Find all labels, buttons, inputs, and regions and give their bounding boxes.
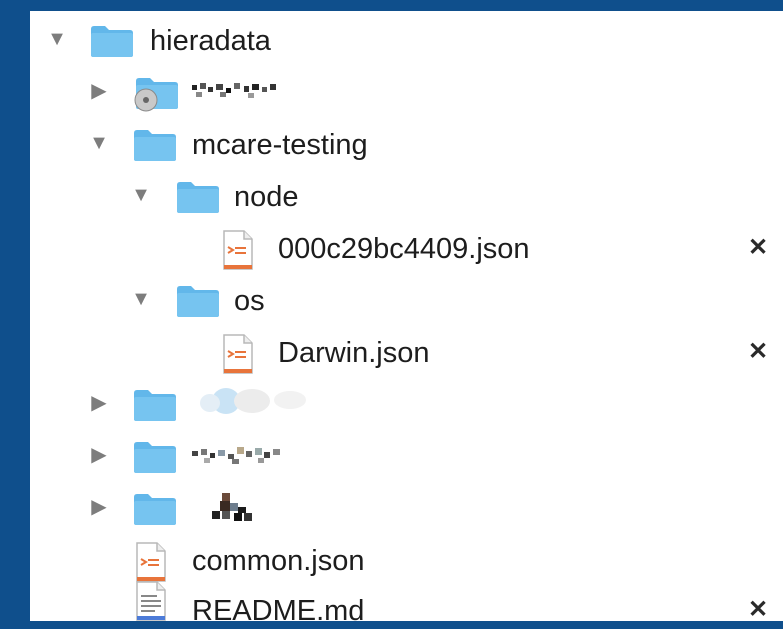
disk-folder-icon [133, 76, 179, 117]
disclosure-triangle-collapsed-icon[interactable]: ▶ [88, 392, 110, 414]
redacted-label-image [192, 443, 292, 476]
tree-row-redacted-1[interactable]: ▶ [30, 67, 783, 119]
folder-icon [133, 492, 177, 531]
disclosure-triangle-collapsed-icon[interactable]: ▶ [88, 496, 110, 518]
folder-icon [176, 284, 220, 323]
tree-item-label: os [234, 285, 265, 317]
close-icon[interactable]: ✕ [745, 235, 771, 261]
tree-row-darwin-json[interactable]: Darwin.json ✕ [30, 327, 783, 379]
disclosure-triangle-collapsed-icon[interactable]: ▶ [88, 444, 110, 466]
close-icon[interactable]: ✕ [745, 339, 771, 365]
folder-icon [176, 180, 220, 219]
redacted-label-image [200, 493, 270, 528]
disclosure-triangle-expanded-icon[interactable]: ▼ [46, 28, 68, 50]
folder-icon [90, 24, 134, 63]
tree-row-redacted-3[interactable]: ▶ [30, 431, 783, 483]
tree-row-mcare-testing[interactable]: ▼ mcare-testing [30, 119, 783, 171]
disclosure-triangle-expanded-icon[interactable]: ▼ [130, 184, 152, 206]
folder-icon [133, 128, 177, 167]
tree-item-label: hieradata [150, 25, 271, 57]
tree-row-readme[interactable]: README.md ✕ [30, 567, 783, 627]
tree-row-redacted-2[interactable]: ▶ [30, 379, 783, 431]
tree-item-label: 000c29bc4409.json [278, 233, 530, 265]
disclosure-triangle-collapsed-icon[interactable]: ▶ [88, 80, 110, 102]
tree-item-label: Darwin.json [278, 337, 430, 369]
folder-icon [133, 440, 177, 479]
disclosure-triangle-expanded-icon[interactable]: ▼ [88, 132, 110, 154]
json-file-icon [222, 230, 254, 275]
tree-item-label: mcare-testing [192, 129, 368, 161]
markdown-file-icon [135, 581, 167, 626]
tree-row-redacted-4[interactable]: ▶ [30, 483, 783, 535]
disclosure-triangle-expanded-icon[interactable]: ▼ [130, 288, 152, 310]
tree-item-label: node [234, 181, 299, 213]
redacted-label-image [192, 79, 284, 108]
json-file-icon [222, 334, 254, 379]
tree-row-os[interactable]: ▼ os [30, 275, 783, 327]
tree-item-label: README.md [192, 595, 365, 627]
tree-row-node-json[interactable]: 000c29bc4409.json ✕ [30, 223, 783, 275]
file-tree-panel: ▼ hieradata ▶ ▼ mcare-testing ▼ node 000… [30, 11, 783, 627]
tree-row-hieradata[interactable]: ▼ hieradata [30, 15, 783, 67]
close-icon[interactable]: ✕ [745, 597, 771, 623]
redacted-label-image [190, 385, 340, 424]
folder-icon [133, 388, 177, 427]
tree-row-node[interactable]: ▼ node [30, 171, 783, 223]
